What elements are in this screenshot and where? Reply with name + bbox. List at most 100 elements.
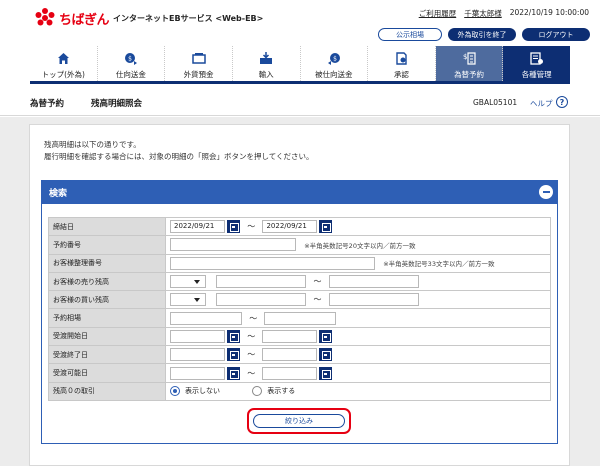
chibagin-logo-icon xyxy=(34,7,56,29)
header-buttons: 公示相場 外為取引を終了 ログアウト xyxy=(378,28,590,41)
rate-from-input[interactable] xyxy=(170,311,242,325)
sell-currency-select[interactable] xyxy=(170,275,206,289)
form-row-buy-balance: お客様の買い残高 ～ xyxy=(48,290,551,310)
field-value: ～ xyxy=(165,308,551,328)
logout-button[interactable]: ログアウト xyxy=(522,28,590,41)
exchange-icon: $ xyxy=(462,51,476,65)
customer-ref-input[interactable] xyxy=(170,256,375,270)
base-date-from-input[interactable]: 2022/09/21 xyxy=(170,220,225,234)
filter-button[interactable]: 絞り込み xyxy=(253,414,345,428)
sell-balance-from-input[interactable] xyxy=(216,275,307,289)
page-title-bar: 為替予約 残高明細照会 GBAL05101 ヘルプ ? xyxy=(0,88,600,116)
range-tilde: ～ xyxy=(249,313,258,323)
search-form: 締結日 2022/09/21 ～ 2022/09/21 予約番号 ※半角英数記号… xyxy=(48,216,551,401)
nav-import[interactable]: 輸入 xyxy=(233,46,301,81)
buy-currency-select[interactable] xyxy=(170,293,206,307)
help-icon[interactable]: ? xyxy=(556,96,568,108)
field-value: ～ xyxy=(165,326,551,347)
base-date-to-input[interactable]: 2022/09/21 xyxy=(262,220,318,234)
buy-balance-from-input[interactable] xyxy=(216,293,307,307)
field-value: ～ xyxy=(165,345,551,365)
radio-show-zero[interactable] xyxy=(252,386,263,397)
field-label: 締結日 xyxy=(48,216,166,237)
public-rates-button[interactable]: 公示相場 xyxy=(378,28,442,41)
buy-balance-to-input[interactable] xyxy=(328,293,419,307)
reservation-no-input[interactable] xyxy=(170,238,296,252)
service-name: インターネットEBサービス <Web-EB> xyxy=(113,13,264,23)
deposit-icon xyxy=(191,51,206,65)
nav-label: 仕向送金 xyxy=(115,70,146,79)
sell-balance-to-input[interactable] xyxy=(328,275,419,289)
calendar-icon[interactable] xyxy=(227,220,240,234)
calendar-icon[interactable] xyxy=(319,348,333,362)
svg-text:$: $ xyxy=(333,55,337,62)
radio-hide-zero[interactable] xyxy=(170,386,180,397)
nav-management[interactable]: 各種管理 xyxy=(503,46,570,81)
nav-fx-reservation[interactable]: $ 為替予約 xyxy=(435,46,504,81)
search-title: 検索 xyxy=(49,188,68,199)
range-tilde: ～ xyxy=(247,350,256,360)
field-label: お客様整理番号 xyxy=(48,253,166,273)
range-tilde: ～ xyxy=(313,277,322,287)
collapse-icon[interactable] xyxy=(539,185,553,199)
delivery-end-from-input[interactable] xyxy=(170,348,225,362)
nav-outward-remittance[interactable]: $ 仕向送金 xyxy=(98,46,166,81)
help-link[interactable]: ヘルプ xyxy=(530,98,553,109)
radio-label: 表示する xyxy=(267,387,296,396)
header: ちばぎん インターネットEBサービス <Web-EB> ご利用履歴 千葉太郎様 … xyxy=(0,0,600,46)
nav-label: 各種管理 xyxy=(521,70,552,79)
nav-fx-deposit[interactable]: 外貨預金 xyxy=(165,46,233,81)
field-label: 受渡終了日 xyxy=(48,345,166,365)
calendar-icon[interactable] xyxy=(319,220,333,234)
form-row-delivery-possible: 受渡可能日 ～ xyxy=(48,363,551,383)
field-note: ※半角英数記号20文字以内／前方一致 xyxy=(304,241,416,250)
bank-logo: ちばぎん インターネットEBサービス <Web-EB> xyxy=(34,7,263,29)
calendar-icon[interactable] xyxy=(319,366,333,380)
submit-highlight: 絞り込み xyxy=(247,408,351,434)
rate-to-input[interactable] xyxy=(264,311,337,325)
import-icon xyxy=(259,51,273,65)
calendar-icon[interactable] xyxy=(227,348,240,362)
field-note: ※半角英数記号33文字以内／前方一致 xyxy=(383,260,495,269)
home-icon xyxy=(56,51,70,65)
remit-icon: $ xyxy=(124,51,138,65)
user-name-link[interactable]: 千葉太郎様 xyxy=(464,8,502,19)
global-nav: トップ(外為) $ 仕向送金 外貨預金 輸入 $ 被仕向送金 承認 $ 為替予約 xyxy=(30,46,570,84)
field-label: 受渡開始日 xyxy=(48,326,166,347)
approve-icon xyxy=(394,51,408,65)
nav-label: 承認 xyxy=(393,70,409,79)
delivery-end-to-input[interactable] xyxy=(262,348,318,362)
login-datetime: 2022/10/19 10:00:00 xyxy=(509,8,589,17)
nav-inward-remittance[interactable]: $ 被仕向送金 xyxy=(301,46,369,81)
description-line-2: 履行明細を確認する場合には、対象の明細の「照会」ボタンを押してください。 xyxy=(44,152,314,161)
delivery-possible-to-input[interactable] xyxy=(262,366,318,380)
field-value: ※半角英数記号33文字以内／前方一致 xyxy=(165,253,551,273)
form-row-delivery-start: 受渡開始日 ～ xyxy=(48,326,551,347)
field-label: 予約番号 xyxy=(48,235,166,255)
calendar-icon[interactable] xyxy=(227,366,240,380)
svg-text:$: $ xyxy=(463,53,467,61)
field-value: ～ xyxy=(165,363,551,383)
range-tilde: ～ xyxy=(247,222,256,232)
nav-label: トップ(外為) xyxy=(41,70,85,79)
nav-label: 為替予約 xyxy=(454,70,485,79)
calendar-icon[interactable] xyxy=(227,329,240,343)
nav-top[interactable]: トップ(外為) xyxy=(30,46,98,81)
delivery-start-to-input[interactable] xyxy=(262,329,318,343)
fx-end-button[interactable]: 外為取引を終了 xyxy=(448,28,516,41)
delivery-possible-from-input[interactable] xyxy=(170,366,225,380)
field-value: ※半角英数記号20文字以内／前方一致 xyxy=(165,235,551,255)
delivery-start-from-input[interactable] xyxy=(170,329,225,343)
form-row-zero-balance: 残高０の取引 表示しない 表示する xyxy=(48,381,551,401)
usage-history-link[interactable]: ご利用履歴 xyxy=(419,8,457,19)
screen-code: GBAL05101 xyxy=(473,98,518,107)
nav-approval[interactable]: 承認 xyxy=(368,46,436,81)
calendar-icon[interactable] xyxy=(319,329,333,343)
field-label: お客様の売り残高 xyxy=(48,271,166,292)
manage-icon xyxy=(530,51,544,65)
field-label: 残高０の取引 xyxy=(48,381,166,401)
field-label: お客様の買い残高 xyxy=(48,290,166,310)
field-value: ～ xyxy=(165,290,551,310)
nav-label: 被仕向送金 xyxy=(315,70,353,79)
description-line-1: 残高明細は以下の通りです。 xyxy=(44,140,141,149)
